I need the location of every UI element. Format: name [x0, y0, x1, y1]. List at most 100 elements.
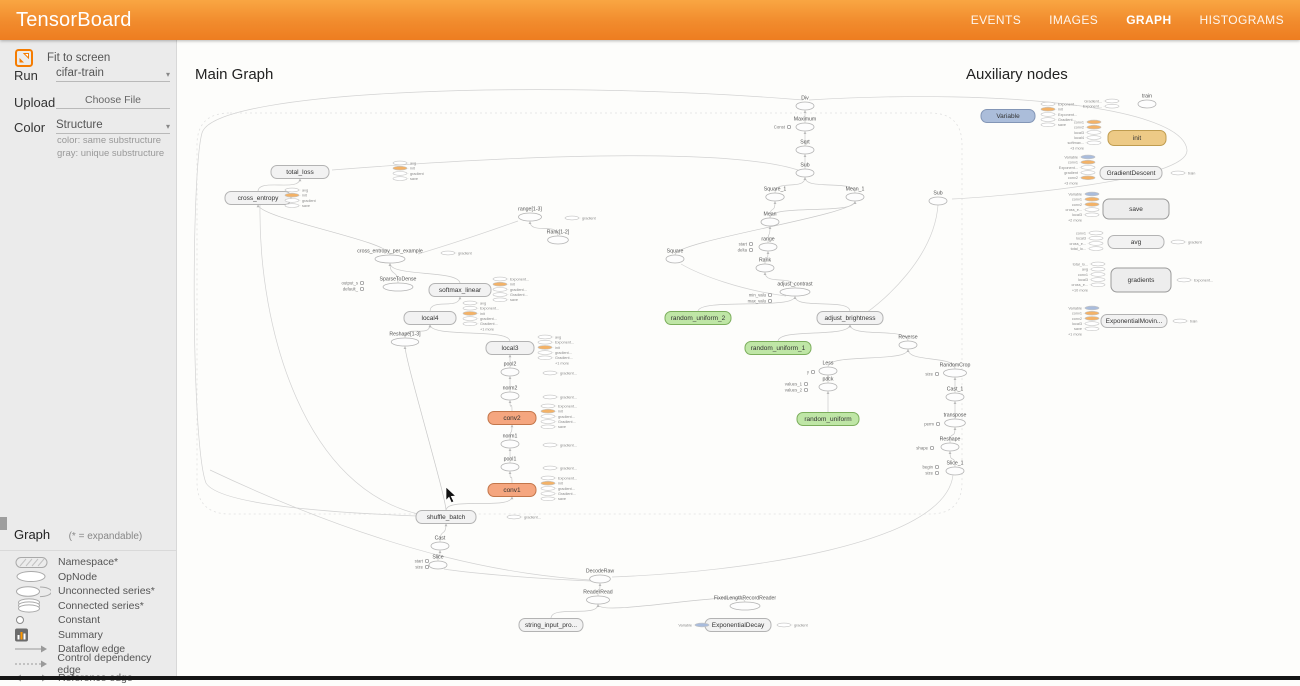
graph-node-pool1[interactable]: pool1	[501, 457, 519, 472]
graph-node-square[interactable]: Square	[666, 249, 684, 264]
graph-node-c_def[interactable]: default_	[343, 287, 364, 292]
tab-events[interactable]: EVENTS	[971, 13, 1021, 27]
graph-node-adjust_contrast[interactable]: adjust_contrast	[777, 282, 813, 297]
tab-graph[interactable]: GRAPH	[1126, 13, 1171, 27]
svg-text:gradient...: gradient...	[560, 371, 577, 375]
graph-node-reshape13[interactable]: Reshape[1-3]	[389, 332, 421, 347]
graph-node-square_1[interactable]: Square_1	[764, 187, 787, 202]
svg-text:conv1: conv1	[1072, 198, 1082, 202]
graph-node-rank_r[interactable]: Rank	[756, 258, 774, 273]
graph-node-avg_aux[interactable]: avg	[1108, 236, 1164, 249]
graph-node-cv1[interactable]: values_1	[785, 382, 808, 387]
graph-node-exp_decay[interactable]: ExponentialDecay	[705, 619, 771, 632]
graph-node-reverse[interactable]: Reverse	[898, 335, 917, 350]
svg-text:random_uniform_2: random_uniform_2	[671, 315, 726, 322]
graph-node-local4[interactable]: local4	[404, 312, 456, 325]
graph-pane: Main Graph Auxiliary nodes total_losscro…	[177, 40, 1300, 676]
graph-node-range13[interactable]: range[1-3]	[518, 207, 542, 222]
graph-node-mean_1[interactable]: Mean_1	[846, 187, 865, 202]
graph-node-conv1[interactable]: conv1	[488, 484, 536, 497]
graph-node-transpose[interactable]: transpose	[944, 413, 967, 428]
graph-node-c_out[interactable]: output_s	[342, 281, 364, 286]
graph-node-less[interactable]: Less	[819, 361, 837, 376]
graph-node-sub[interactable]: Sub	[796, 163, 814, 178]
graph-node-sqrt[interactable]: Sqrt	[796, 140, 814, 155]
graph-node-maximum[interactable]: Maximum	[794, 117, 816, 132]
graph-node-csize_s1[interactable]: size	[925, 471, 938, 476]
graph-node-cbegin[interactable]: begin	[922, 465, 938, 470]
svg-text:adjust_brightness: adjust_brightness	[825, 315, 877, 322]
fit-to-screen-icon[interactable]	[14, 48, 34, 68]
graph-node-mean[interactable]: Mean	[761, 212, 779, 227]
graph-node-pack[interactable]: pack	[819, 377, 837, 392]
graph-node-expmov[interactable]: ExponentialMovin...	[1101, 315, 1167, 328]
graph-node-gradients_aux[interactable]: gradients	[1111, 268, 1171, 292]
legend-title: Graph	[14, 527, 50, 542]
svg-text:min_valu: min_valu	[749, 293, 767, 298]
graph-node-slice_1[interactable]: Slice_1	[946, 461, 964, 476]
graph-node-csize_l[interactable]: size	[415, 565, 428, 570]
svg-text:gradient: gradient	[794, 623, 809, 627]
svg-text:ReaderRead: ReaderRead	[583, 590, 613, 596]
graph-node-train_aux[interactable]: train	[1138, 94, 1156, 109]
tab-histograms[interactable]: HISTOGRAMS	[1200, 13, 1284, 27]
scrollbar-thumb[interactable]	[0, 517, 7, 530]
graph-node-flrr[interactable]: FixedLengthRecordReader	[714, 596, 777, 611]
graph-node-random_uniform_1[interactable]: random_uniform_1	[745, 342, 811, 355]
graph-node-cmax[interactable]: Const	[774, 125, 791, 130]
graph-node-rank12[interactable]: Rank[1-2]	[547, 230, 570, 245]
graph-node-total_loss[interactable]: total_loss	[271, 166, 329, 179]
graph-node-reshape_r[interactable]: Reshape	[940, 437, 961, 452]
run-select-value: cifar-train	[56, 67, 104, 79]
graph-canvas[interactable]: total_loss cross_entropy softmax_linearloc…	[177, 40, 1300, 676]
graph-node-variable_aux[interactable]: Variable	[981, 110, 1035, 123]
graph-node-softmax_linear[interactable]: softmax_linear	[429, 284, 491, 297]
graph-node-graddesc[interactable]: GradientDescent	[1100, 167, 1162, 180]
graph-node-cv2[interactable]: values_2	[785, 388, 808, 393]
graph-node-sparse[interactable]: SparseToDense	[380, 277, 417, 292]
tab-images[interactable]: IMAGES	[1049, 13, 1098, 27]
graph-node-norm2[interactable]: norm2	[501, 386, 519, 401]
graph-node-cmaxv[interactable]: max_valu	[748, 299, 772, 304]
graph-node-save_aux[interactable]: save	[1103, 199, 1169, 219]
graph-node-conv2[interactable]: conv2	[488, 412, 536, 425]
fit-to-screen-label[interactable]: Fit to screen	[47, 52, 110, 64]
choose-file-button[interactable]: Choose File	[56, 93, 170, 109]
graph-node-init_aux[interactable]: init	[1108, 131, 1166, 146]
graph-node-cy[interactable]: y	[807, 370, 815, 375]
satellite-group: gradient...	[543, 371, 577, 375]
graph-node-shuffle_batch[interactable]: shuffle_batch	[416, 511, 476, 524]
graph-node-cshape[interactable]: shape	[916, 446, 933, 451]
svg-text:avg: avg	[555, 335, 561, 339]
graph-node-local3[interactable]: local3	[486, 342, 534, 355]
graph-node-decoderaw[interactable]: DecodeRaw	[586, 569, 615, 584]
svg-text:+1 more: +1 more	[1068, 332, 1082, 336]
graph-node-norm1[interactable]: norm1	[501, 434, 519, 449]
run-select[interactable]: cifar-train ▾	[56, 67, 170, 82]
graph-node-cast_1[interactable]: Cast_1	[946, 387, 964, 402]
graph-node-readerread[interactable]: ReaderRead	[583, 590, 613, 605]
graph-node-cstart[interactable]: start	[739, 242, 753, 247]
svg-text:save: save	[558, 425, 566, 429]
graph-node-cdelta[interactable]: delta	[738, 248, 753, 253]
svg-text:init: init	[480, 312, 486, 316]
graph-node-random_uniform[interactable]: random_uniform	[797, 413, 859, 426]
satellite-group: gradient	[1171, 240, 1203, 244]
graph-node-adjust_brightness[interactable]: adjust_brightness	[817, 312, 883, 325]
graph-node-cast_l[interactable]: Cast	[431, 536, 449, 551]
graph-node-range_r[interactable]: range	[759, 237, 777, 252]
color-select[interactable]: Structure ▾	[56, 119, 170, 134]
graph-node-cperm[interactable]: perm	[924, 422, 939, 427]
graph-node-sub_r[interactable]: Sub	[929, 191, 947, 206]
graph-node-csize_rc[interactable]: size	[925, 372, 938, 377]
graph-node-string_input[interactable]: string_input_pro...	[519, 619, 583, 632]
svg-text:size: size	[415, 565, 423, 570]
graph-node-cstart_l[interactable]: start	[415, 559, 429, 564]
graph-node-div[interactable]: Div	[796, 96, 814, 111]
graph-node-pool2[interactable]: pool2	[501, 362, 519, 377]
graph-node-randomcrop[interactable]: RandomCrop	[940, 363, 971, 378]
graph-node-random_uniform_2[interactable]: random_uniform_2	[665, 312, 731, 325]
graph-node-cepe[interactable]: cross_entropy_per_example	[357, 249, 423, 264]
legend-item: Connected series*	[0, 599, 176, 614]
graph-node-cross_entropy[interactable]: cross_entropy	[225, 192, 291, 205]
